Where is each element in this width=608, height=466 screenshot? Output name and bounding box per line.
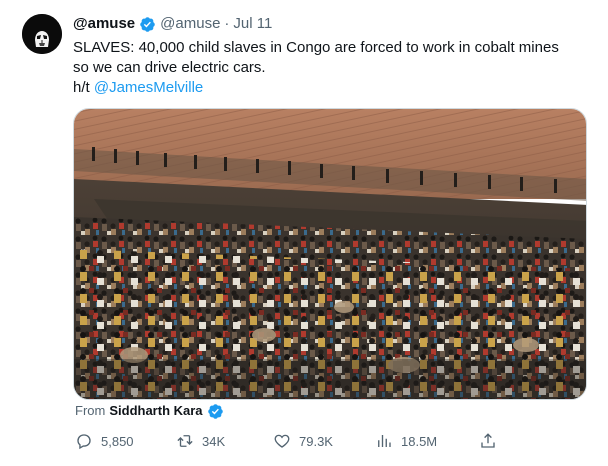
mention-link[interactable]: @JamesMelville [94, 79, 203, 96]
retweet-button[interactable]: 34K [176, 430, 225, 452]
reply-count: 5,850 [101, 433, 134, 449]
handle[interactable]: @amuse [160, 14, 220, 34]
share-icon [481, 433, 495, 448]
tweet-text: SLAVES: 40,000 child slaves in Congo are… [73, 38, 593, 98]
like-count: 79.3K [299, 433, 333, 449]
tweet-media-video[interactable] [73, 108, 587, 400]
tweet-header: @amuse @amuse · Jul 11 [73, 14, 272, 34]
views-chart-icon [378, 435, 391, 447]
reply-icon [77, 434, 91, 450]
tweet-action-bar: 5,850 34K 79.3K 18.5M [73, 430, 503, 452]
hat-tip-line: h/t @JamesMelville [73, 78, 593, 98]
hat-tip-prefix: h/t [73, 79, 94, 96]
share-button[interactable] [479, 430, 497, 452]
separator-dot: · [224, 15, 230, 32]
like-button[interactable]: 79.3K [273, 430, 333, 452]
reply-button[interactable]: 5,850 [75, 430, 134, 452]
tweet-text-line1: SLAVES: 40,000 child slaves in Congo are… [73, 39, 559, 56]
retweet-icon [177, 435, 193, 447]
attribution-prefix: From [75, 403, 106, 418]
views-button[interactable]: 18.5M [375, 430, 437, 452]
display-name[interactable]: @amuse [73, 14, 135, 34]
media-attribution: From Siddharth Kara [75, 402, 224, 420]
verified-badge-icon [140, 16, 155, 32]
mine-crowd-photo [74, 109, 586, 399]
tweet-date[interactable]: Jul 11 [233, 14, 272, 34]
views-count: 18.5M [401, 433, 438, 449]
stormtrooper-avatar-icon [22, 14, 62, 54]
avatar[interactable] [22, 14, 62, 54]
heart-icon [274, 434, 290, 448]
verified-badge-icon [207, 403, 223, 419]
tweet-text-line2: so we can drive electric cars. [73, 59, 266, 76]
retweet-count: 34K [202, 433, 226, 449]
attribution-name[interactable]: Siddharth Kara [109, 402, 202, 420]
